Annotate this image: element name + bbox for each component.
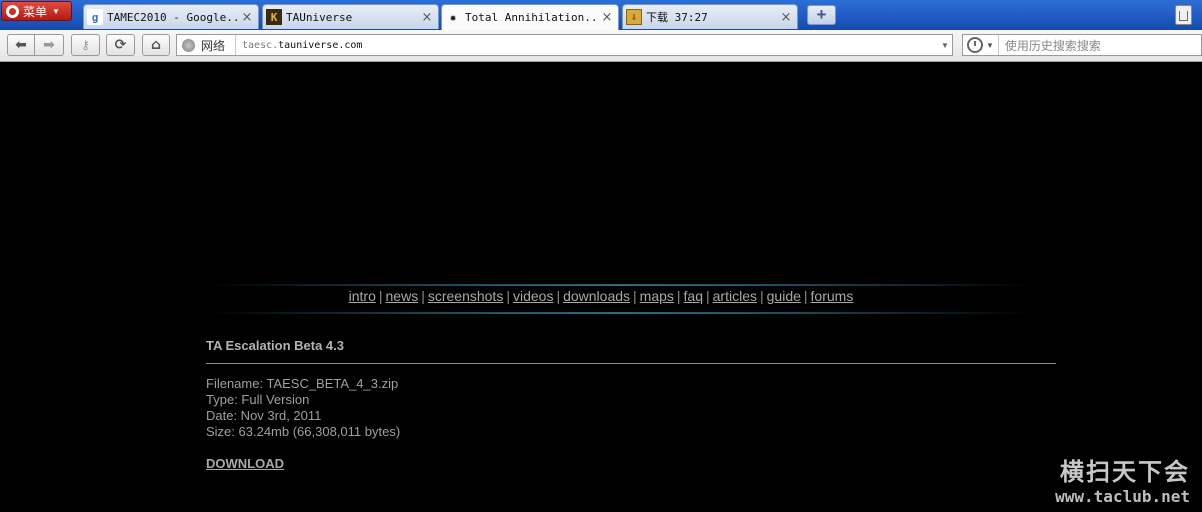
close-icon[interactable]: × [420,10,434,25]
chevron-down-icon[interactable]: ▼ [986,41,994,50]
watermark-url: www.taclub.net [1055,487,1190,506]
url-prefix: taesc. [242,39,279,51]
nav-separator: | [556,288,561,304]
chevron-down-icon: ▼ [52,6,60,16]
search-box[interactable]: ▼ 使用历史搜索搜索 [962,34,1202,56]
url-field[interactable]: taesc.tauniverse.com [242,40,938,51]
download-title: TA Escalation Beta 4.3 [206,338,344,353]
nav-glow-line [210,312,1030,314]
download-icon: ⇩ [626,9,642,25]
nav-link-news[interactable]: news [386,288,419,304]
forward-button[interactable]: ➡ [35,34,64,56]
close-icon[interactable]: × [779,10,793,25]
address-bar[interactable]: 网络 taesc.tauniverse.com ▼ [176,34,953,56]
file-info: Filename: TAESC_BETA_4_3.zip Type: Full … [206,376,1056,440]
key-icon: ⚷ [81,38,90,52]
new-tab-button[interactable]: + [807,5,836,25]
file-size: Size: 63.24mb (66,308,011 bytes) [206,424,401,439]
nav-separator: | [378,288,383,304]
divider [997,35,999,55]
nav-link-forums[interactable]: forums [811,288,854,304]
nav-glow-line [210,284,1030,286]
nav-link-articles[interactable]: articles [713,288,757,304]
nav-link-maps[interactable]: maps [640,288,674,304]
close-icon[interactable]: × [240,10,254,25]
search-input[interactable]: 使用历史搜索搜索 [1005,37,1101,54]
tab-total-annihilation[interactable]: ✹ Total Annihilation... × [441,4,619,30]
nav-separator: | [676,288,681,304]
nav-link-faq[interactable]: faq [684,288,703,304]
trash-icon[interactable] [1175,5,1192,25]
nav-link-screenshots[interactable]: screenshots [428,288,503,304]
home-icon: ⌂ [150,37,162,53]
url-domain: tauniverse.com [278,39,363,51]
nav-separator: | [633,288,637,304]
nav-separator: | [706,288,710,304]
arrow-left-icon: ⬅ [15,37,27,53]
nav-separator: | [803,288,808,304]
nav-link-guide[interactable]: guide [767,288,801,304]
download-link[interactable]: DOWNLOAD [206,456,284,471]
nav-separator: | [506,288,510,304]
menu-label: 菜单 [23,4,48,19]
ta-favicon-icon: ✹ [449,11,457,24]
nav-link-intro[interactable]: intro [349,288,376,304]
home-button[interactable]: ⌂ [142,34,170,56]
reload-button[interactable]: ⟳ [106,34,135,56]
divider [206,363,1056,364]
arrow-right-icon: ➡ [43,37,55,53]
page-body: intro | news | screenshots | videos | downloads |… [0,62,1202,512]
tab-google[interactable]: g TAMEC2010 - Google... × [83,4,259,29]
tab-label: TAUniverse [286,10,353,24]
watermark: 横扫天下会 www.taclub.net [1055,452,1190,506]
site-nav: intro | news | screenshots | videos | downloads |… [0,288,1202,304]
close-icon[interactable]: × [600,10,614,25]
back-button[interactable]: ⬅ [7,34,35,56]
tab-label: 下载 37:27 [646,11,708,24]
tab-label: TAMEC2010 - Google... [107,10,240,24]
wand-button[interactable]: ⚷ [71,34,100,56]
tauniverse-favicon-icon: K [266,9,282,25]
nav-separator: | [421,288,425,304]
history-clock-icon [967,37,983,53]
nav-separator: | [760,288,764,304]
file-name: Filename: TAESC_BETA_4_3.zip [206,376,399,391]
file-date: Date: Nov 3rd, 2011 [206,408,322,423]
tab-tauniverse[interactable]: K TAUniverse × [262,4,439,29]
globe-icon [182,38,195,52]
watermark-name: 横扫天下会 [1060,458,1190,486]
nav-link-downloads[interactable]: downloads [563,288,630,304]
chevron-down-icon[interactable]: ▼ [938,41,952,50]
opera-menu-button[interactable]: 菜单 ▼ [1,1,72,21]
nav-link-videos[interactable]: videos [513,288,553,304]
security-badge[interactable]: 网络 [201,35,237,55]
tab-downloads[interactable]: ⇩ 下载 37:27 × [622,4,798,29]
tab-strip: 菜单 ▼ g TAMEC2010 - Google... × K TAUnive… [0,0,1202,30]
reload-icon: ⟳ [114,37,127,53]
file-type: Type: Full Version [206,392,310,407]
google-favicon-icon: g [87,9,103,25]
navigation-toolbar: ⬅ ➡ ⚷ ⟳ ⌂ 网络 taesc.tauniverse.com ▼ ▼ 使用… [0,30,1202,62]
opera-logo-icon [6,4,19,18]
tab-label: Total Annihilation... [465,11,600,24]
download-details: TA Escalation Beta 4.3 Filename: TAESC_B… [206,338,1056,471]
